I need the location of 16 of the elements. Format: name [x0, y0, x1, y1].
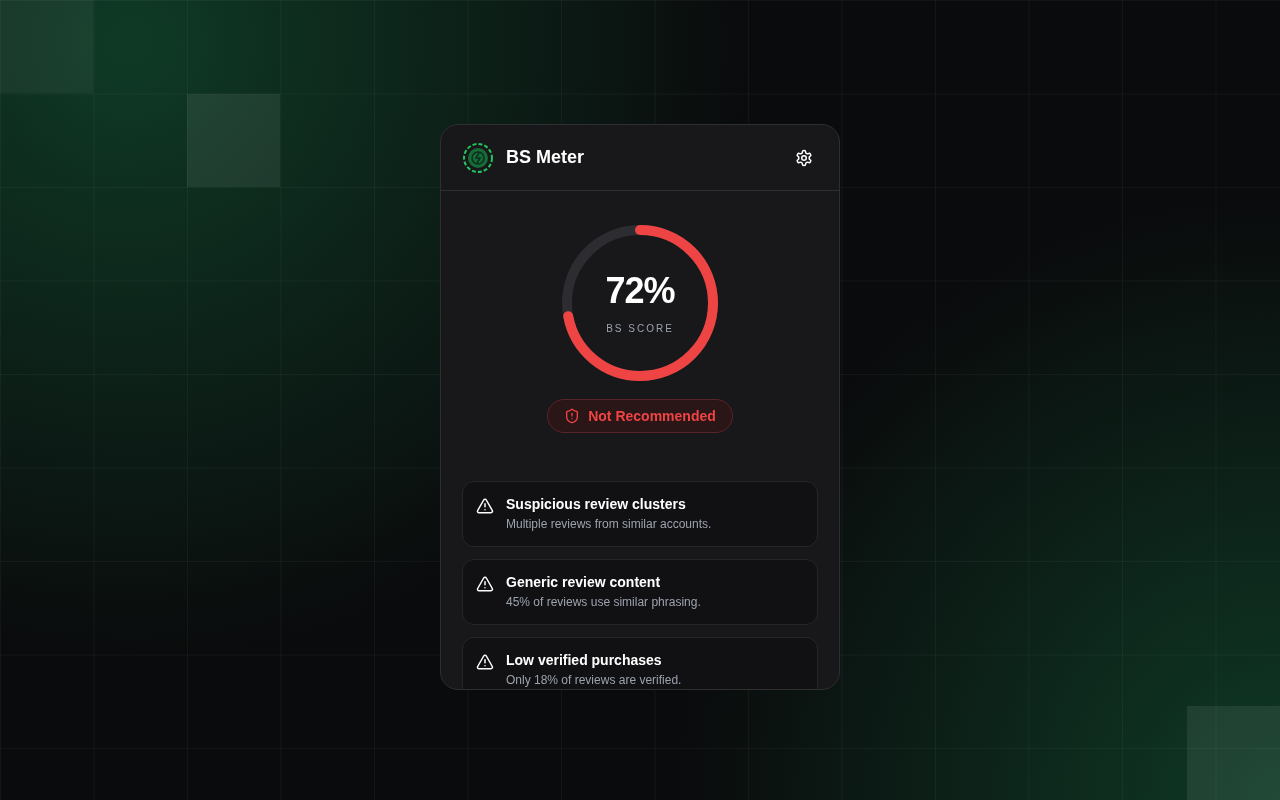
- warning-icon: [476, 497, 494, 515]
- verdict-badge: Not Recommended: [547, 399, 733, 433]
- warning-icon: [476, 575, 494, 593]
- app-title: BS Meter: [506, 146, 585, 169]
- score-value: 72%: [605, 272, 675, 309]
- finding-description: 45% of reviews use similar phrasing.: [506, 594, 701, 611]
- finding-title: Suspicious review clusters: [506, 495, 687, 514]
- finding-description: Only 18% of reviews are verified.: [506, 672, 682, 689]
- warning-icon: [476, 653, 494, 671]
- shield-alert-icon: [564, 408, 581, 424]
- finding-title: Generic review content: [506, 573, 662, 592]
- finding-description: Multiple reviews from similar accounts.: [506, 516, 712, 533]
- finding-title: Low verified purchases: [506, 651, 663, 670]
- score-label: BS SCORE: [606, 321, 674, 336]
- settings-icon: [795, 148, 813, 167]
- logo-icon: [462, 141, 494, 174]
